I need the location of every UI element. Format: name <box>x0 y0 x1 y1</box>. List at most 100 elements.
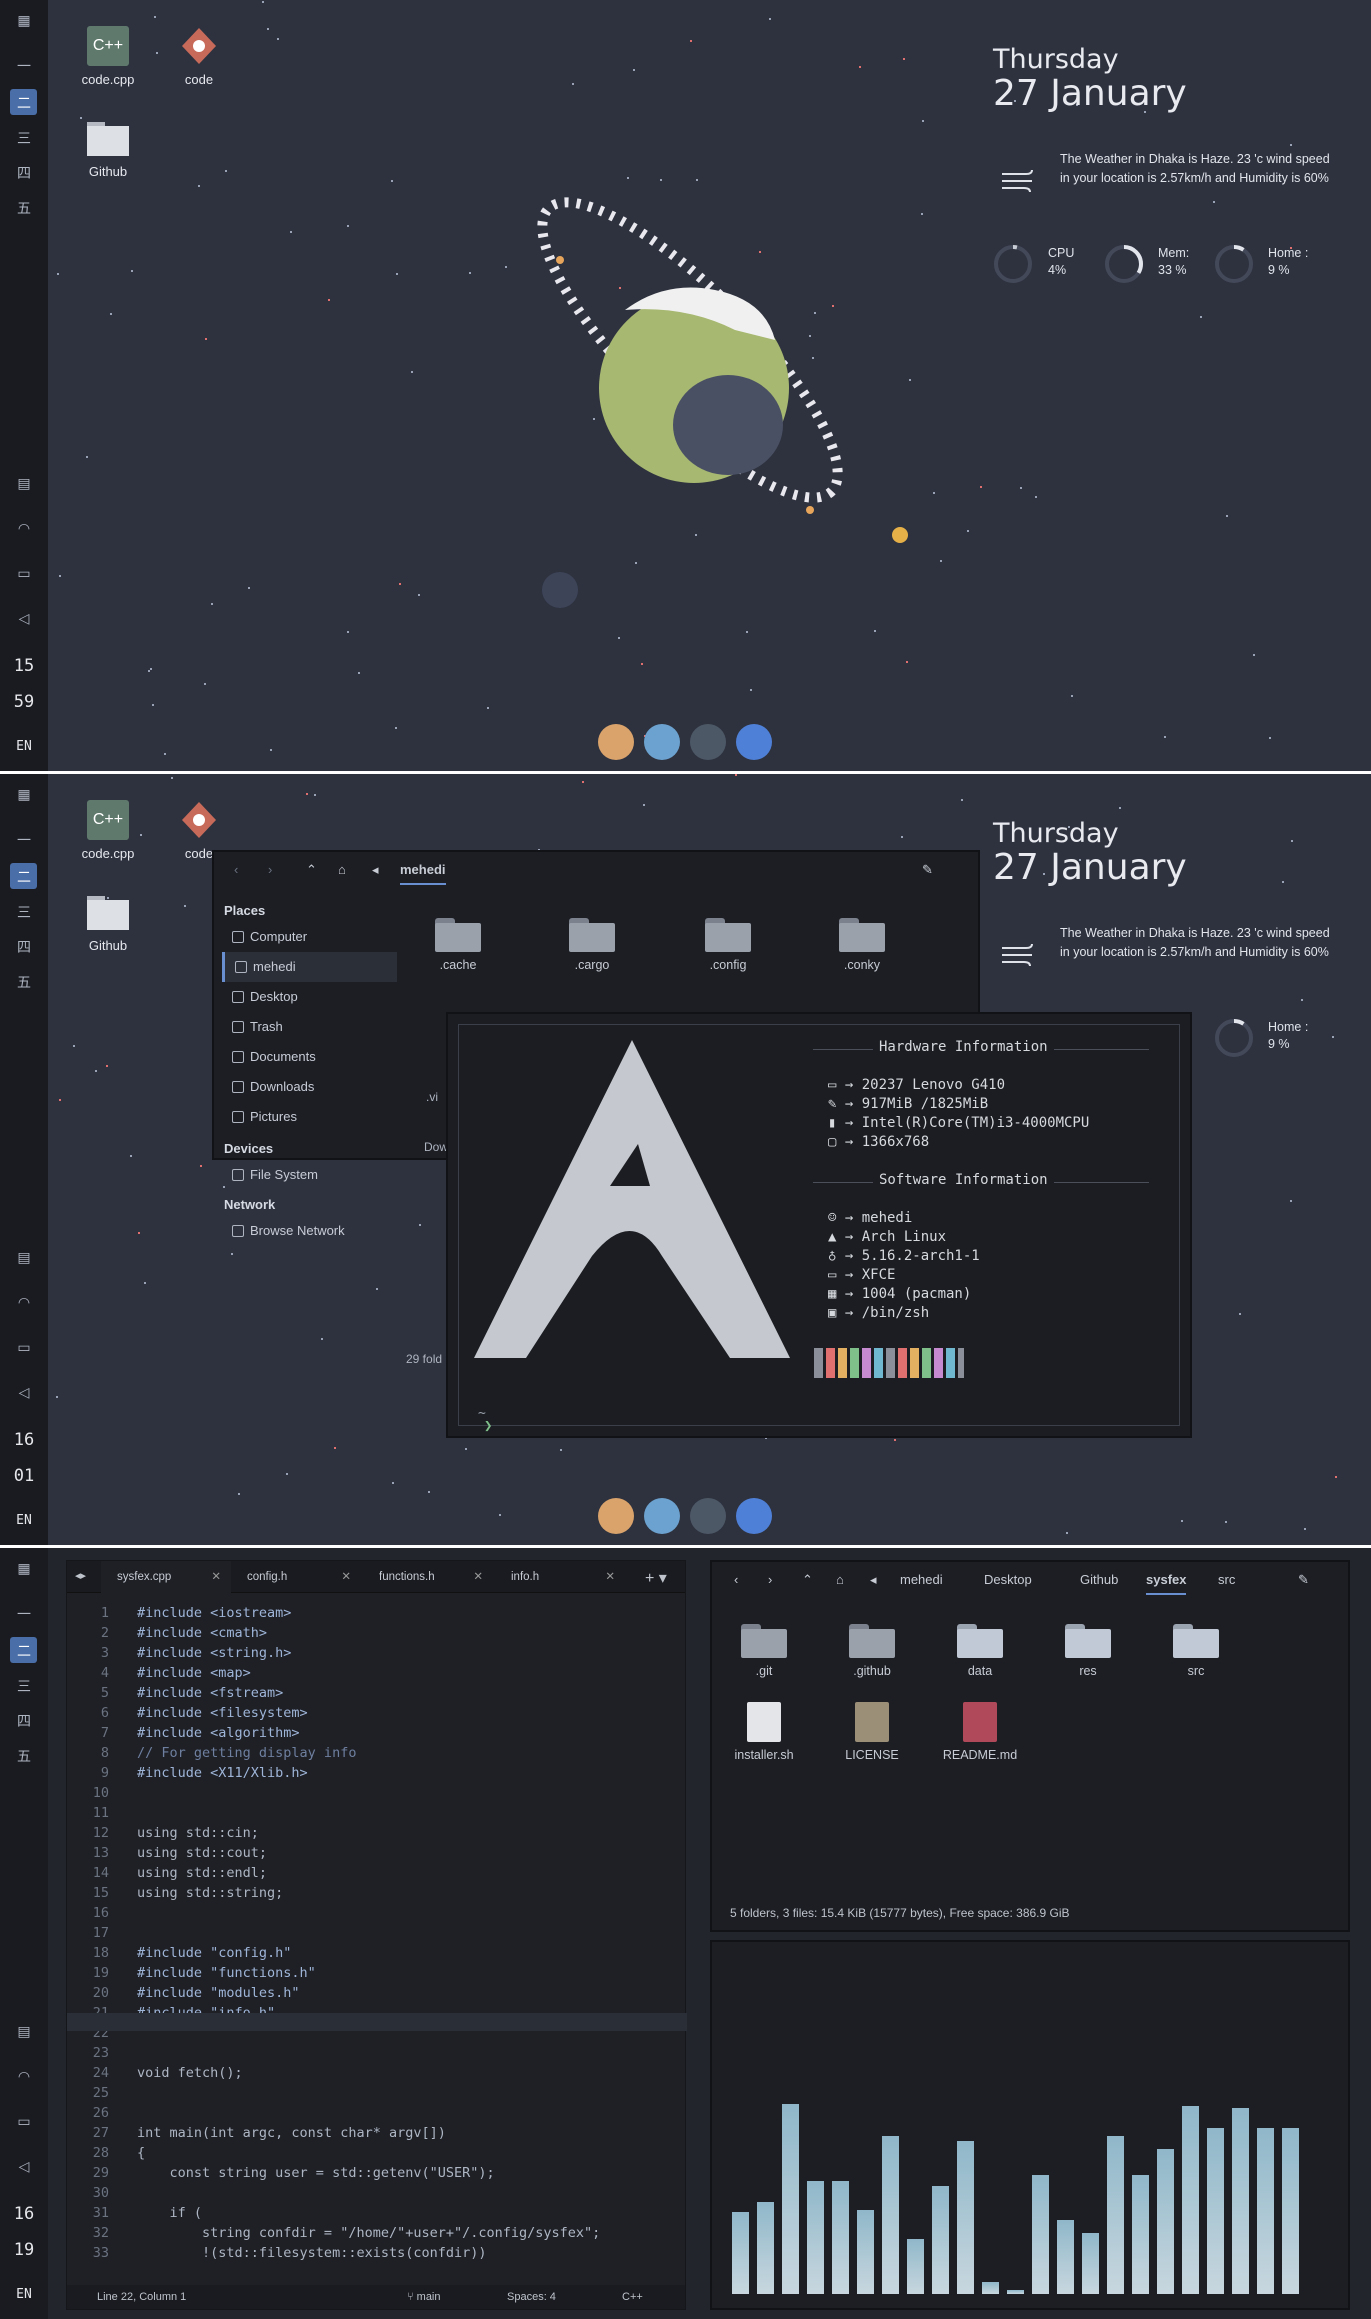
apps-grid-icon[interactable]: ▦ <box>6 786 42 803</box>
code-line[interactable]: #include <string.h> <box>137 1645 291 1661</box>
workspace-5[interactable]: 五 <box>6 972 42 992</box>
folder-res[interactable]: res <box>1048 1624 1128 1678</box>
crumb-mehedi[interactable]: mehedi <box>900 1572 943 1587</box>
edit-location-icon[interactable]: ✎ <box>922 862 933 878</box>
workspace-1[interactable]: 一 <box>6 56 42 76</box>
prev-crumb-icon[interactable]: ◂ <box>870 1572 877 1588</box>
code-line[interactable]: #include "functions.h" <box>137 1965 316 1981</box>
terminal-dock-icon[interactable] <box>690 724 726 760</box>
apps-grid-icon[interactable]: ▦ <box>6 1560 42 1577</box>
back-icon[interactable]: ‹ <box>734 1572 738 1587</box>
code-line[interactable]: // For getting display info <box>137 1745 356 1761</box>
volume-icon[interactable]: ◁ <box>6 610 42 627</box>
tab-sysfex-cpp[interactable]: sysfex.cpp ✕ <box>101 1561 231 1593</box>
home-icon[interactable]: ⌂ <box>338 862 346 877</box>
browse-network[interactable]: Browse Network <box>222 1216 397 1246</box>
battery-icon[interactable]: ▭ <box>6 565 42 582</box>
folder-cache[interactable]: .cache <box>418 918 498 972</box>
tab-nav-icon[interactable]: ◂▸ <box>75 1569 86 1582</box>
workspace-4[interactable]: 四 <box>6 163 42 183</box>
folder-conky[interactable]: .conky <box>822 918 902 972</box>
file-installer-sh[interactable]: installer.sh <box>724 1702 804 1762</box>
desktop-icon-code[interactable]: code <box>154 26 244 87</box>
files-dock-icon[interactable] <box>644 1498 680 1534</box>
file-license[interactable]: LICENSE <box>832 1702 912 1762</box>
code-line[interactable]: #include "modules.h" <box>137 1985 300 2001</box>
terminal-dock-icon[interactable] <box>690 1498 726 1534</box>
code-line[interactable]: #include <filesystem> <box>137 1705 308 1721</box>
code-line[interactable]: void fetch(); <box>137 2065 243 2081</box>
up-icon[interactable]: ⌃ <box>306 862 317 878</box>
forward-icon[interactable]: › <box>768 1572 772 1587</box>
code-line[interactable]: const string user = std::getenv("USER"); <box>137 2165 495 2181</box>
workspace-1[interactable]: 一 <box>6 1604 42 1624</box>
wifi-icon[interactable]: ◠ <box>6 2068 42 2085</box>
tab-config-h[interactable]: config.h ✕ <box>231 1561 361 1593</box>
code-line[interactable]: #include <iostream> <box>137 1605 291 1621</box>
place-documents[interactable]: Documents <box>222 1042 397 1072</box>
wifi-icon[interactable]: ◠ <box>6 1294 42 1311</box>
home-icon[interactable]: ⌂ <box>836 1572 844 1587</box>
crumb-github[interactable]: Github <box>1080 1572 1118 1587</box>
keyboard-layout[interactable]: EN <box>0 1513 48 1528</box>
prev-crumb-icon[interactable]: ◂ <box>372 862 379 878</box>
edit-location-icon[interactable]: ✎ <box>1298 1572 1309 1588</box>
workspace-4[interactable]: 四 <box>6 1711 42 1731</box>
tab-info-h[interactable]: info.h ✕ <box>495 1561 625 1593</box>
keyboard-layout[interactable]: EN <box>0 2287 48 2302</box>
code-line[interactable]: #include <X11/Xlib.h> <box>137 1765 308 1781</box>
desktop-icon-github[interactable]: Github <box>63 118 153 179</box>
code-line[interactable]: #include <algorithm> <box>137 1725 300 1741</box>
browser-dock-icon[interactable] <box>736 724 772 760</box>
code-line[interactable]: #include <cmath> <box>137 1625 267 1641</box>
workspace-3[interactable]: 三 <box>6 902 42 922</box>
folder-config[interactable]: .config <box>688 918 768 972</box>
desktop-icon-code-cpp[interactable]: C++ code.cpp <box>63 800 153 861</box>
tab-functions-h[interactable]: functions.h ✕ <box>363 1561 493 1593</box>
volume-icon[interactable]: ◁ <box>6 1384 42 1401</box>
folder-git[interactable]: .git <box>724 1624 804 1678</box>
crumb-desktop[interactable]: Desktop <box>984 1572 1032 1587</box>
prompt[interactable]: ❯ <box>484 1418 492 1434</box>
place-computer[interactable]: Computer <box>222 922 397 952</box>
breadcrumb-mehedi[interactable]: mehedi <box>400 862 446 885</box>
workspace-2[interactable]: 二 <box>6 1641 42 1661</box>
volume-icon[interactable]: ◁ <box>6 2158 42 2175</box>
place-pictures[interactable]: Pictures <box>222 1102 397 1132</box>
battery-icon[interactable]: ▭ <box>6 2113 42 2130</box>
place-downloads[interactable]: Downloads <box>222 1072 397 1102</box>
workspace-1[interactable]: 一 <box>6 830 42 850</box>
folder-data[interactable]: data <box>940 1624 1020 1678</box>
clipboard-icon[interactable]: ▤ <box>6 475 42 492</box>
file-readme[interactable]: README.md <box>940 1702 1020 1762</box>
new-tab-icon[interactable]: + ▾ <box>645 1568 667 1588</box>
code-line[interactable]: if ( <box>137 2205 203 2221</box>
device-filesystem[interactable]: File System <box>222 1160 397 1190</box>
code-line[interactable]: int main(int argc, const char* argv[]) <box>137 2125 446 2141</box>
up-icon[interactable]: ⌃ <box>802 1572 813 1588</box>
workspace-3[interactable]: 三 <box>6 128 42 148</box>
code-line[interactable]: #include "config.h" <box>137 1945 291 1961</box>
clipboard-icon[interactable]: ▤ <box>6 1249 42 1266</box>
indentation[interactable]: Spaces: 4 <box>507 2285 556 2309</box>
folder-github[interactable]: .github <box>832 1624 912 1678</box>
forward-icon[interactable]: › <box>268 862 272 877</box>
workspace-3[interactable]: 三 <box>6 1676 42 1696</box>
sublime-dock-icon[interactable] <box>598 724 634 760</box>
syntax[interactable]: C++ <box>622 2285 643 2309</box>
battery-icon[interactable]: ▭ <box>6 1339 42 1356</box>
back-icon[interactable]: ‹ <box>234 862 238 877</box>
code-line[interactable]: using std::string; <box>137 1885 283 1901</box>
files-dock-icon[interactable] <box>644 724 680 760</box>
place-mehedi[interactable]: mehedi <box>222 952 397 982</box>
browser-dock-icon[interactable] <box>736 1498 772 1534</box>
workspace-4[interactable]: 四 <box>6 937 42 957</box>
apps-grid-icon[interactable]: ▦ <box>6 12 42 29</box>
keyboard-layout[interactable]: EN <box>0 739 48 754</box>
code-line[interactable]: { <box>137 2145 145 2161</box>
branch[interactable]: ⑂ main <box>407 2285 441 2309</box>
place-trash[interactable]: Trash <box>222 1012 397 1042</box>
workspace-2[interactable]: 二 <box>6 93 42 113</box>
folder-src[interactable]: src <box>1156 1624 1236 1678</box>
wifi-icon[interactable]: ◠ <box>6 520 42 537</box>
